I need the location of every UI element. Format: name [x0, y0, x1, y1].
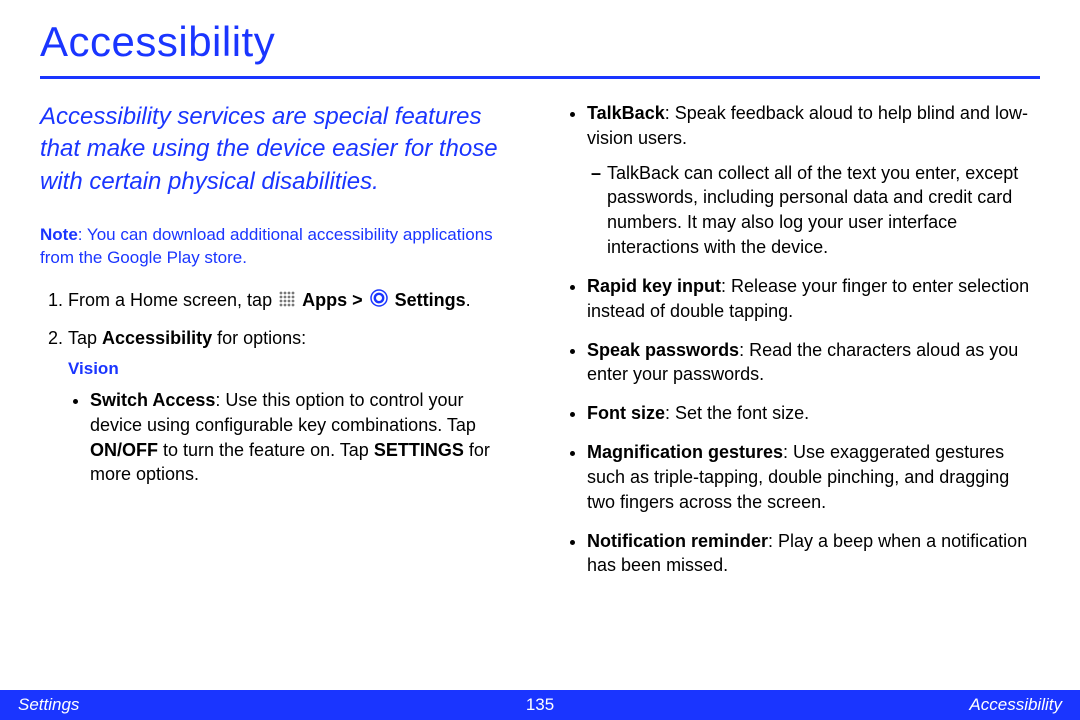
fontsize-text: : Set the font size. — [665, 403, 809, 423]
apps-grid-icon — [279, 289, 295, 314]
vision-list: Switch Access: Use this option to contro… — [68, 388, 515, 487]
right-bullets: TalkBack: Speak feedback aloud to help b… — [565, 101, 1040, 578]
bullet-magnification: Magnification gestures: Use exaggerated … — [587, 440, 1040, 514]
footer-page-number: 135 — [526, 695, 554, 715]
page-title: Accessibility — [40, 18, 1040, 72]
intro-text: Accessibility services are special featu… — [40, 101, 515, 198]
switch-access-bold: Switch Access — [90, 390, 215, 410]
step-1: From a Home screen, tap Apps > — [68, 288, 515, 314]
bullet-notification-reminder: Notification reminder: Play a beep when … — [587, 529, 1040, 579]
bullet-font-size: Font size: Set the font size. — [587, 401, 1040, 426]
bullet-talkback: TalkBack: Speak feedback aloud to help b… — [587, 101, 1040, 260]
mag-bold: Magnification gestures — [587, 442, 783, 462]
talkback-sublist: TalkBack can collect all of the text you… — [587, 161, 1040, 260]
step2-post: for options: — [212, 328, 306, 348]
page-footer: Settings 135 Accessibility — [0, 690, 1080, 720]
step2-bold: Accessibility — [102, 328, 212, 348]
step1-post: . — [466, 290, 471, 310]
speakpw-bold: Speak passwords — [587, 340, 739, 360]
note-body: : You can download additional accessibil… — [40, 225, 493, 267]
bullet-rapid-key: Rapid key input: Release your finger to … — [587, 274, 1040, 324]
footer-left: Settings — [18, 695, 79, 715]
page: Accessibility Accessibility services are… — [0, 0, 1080, 720]
step2-pre: Tap — [68, 328, 102, 348]
rapid-bold: Rapid key input — [587, 276, 721, 296]
switch-onoff: ON/OFF — [90, 440, 158, 460]
title-rule — [40, 76, 1040, 79]
bullet-speak-passwords: Speak passwords: Read the characters alo… — [587, 338, 1040, 388]
note-label: Note — [40, 225, 78, 244]
steps-list: From a Home screen, tap Apps > — [40, 288, 515, 487]
switch-b: to turn the feature on. Tap — [158, 440, 374, 460]
settings-gear-icon — [370, 289, 388, 314]
talkback-sub-item: TalkBack can collect all of the text you… — [607, 161, 1040, 260]
talkback-bold: TalkBack — [587, 103, 665, 123]
step1-pre: From a Home screen, tap — [68, 290, 277, 310]
footer-right: Accessibility — [969, 695, 1062, 715]
right-column: TalkBack: Speak feedback aloud to help b… — [565, 101, 1040, 592]
step-2: Tap Accessibility for options: Vision Sw… — [68, 326, 515, 488]
step1-settings-label: Settings — [395, 290, 466, 310]
fontsize-bold: Font size — [587, 403, 665, 423]
content-columns: Accessibility services are special featu… — [40, 101, 1040, 592]
notif-bold: Notification reminder — [587, 531, 768, 551]
vision-heading: Vision — [68, 357, 515, 380]
note-text: Note: You can download additional access… — [40, 224, 515, 270]
step1-apps-label: Apps > — [302, 290, 368, 310]
bullet-switch-access: Switch Access: Use this option to contro… — [90, 388, 515, 487]
switch-settings-bold: SETTINGS — [374, 440, 464, 460]
left-column: Accessibility services are special featu… — [40, 101, 515, 592]
